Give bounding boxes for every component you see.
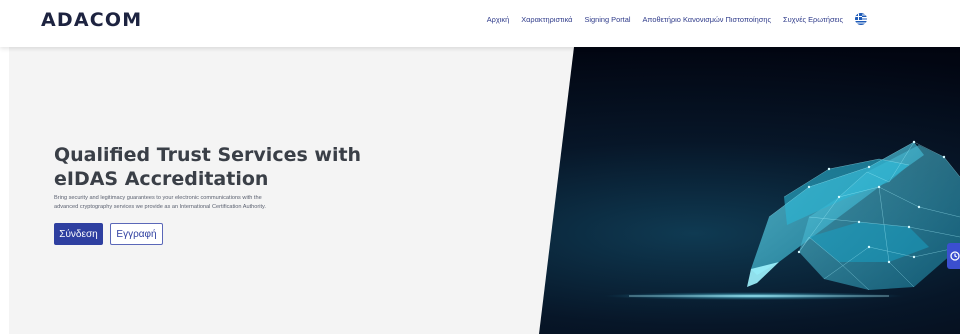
clock-icon <box>950 251 960 261</box>
side-widget[interactable] <box>947 243 960 269</box>
site-header: ADACOM Αρχική Χαρακτηριστικά Signing Por… <box>0 0 960 47</box>
hero-button-row: Σύνδεση Εγγραφή <box>54 223 163 245</box>
hero-subtitle: Bring security and legitimacy guarantees… <box>54 194 324 212</box>
login-button[interactable]: Σύνδεση <box>54 223 103 245</box>
nav-link-features[interactable]: Χαρακτηριστικά <box>521 15 572 24</box>
hero-title-line-2: eIDAS Accreditation <box>54 168 269 190</box>
nav-link-home[interactable]: Αρχική <box>487 15 509 24</box>
hero-section: Qualified Trust Services with eIDAS Accr… <box>9 47 960 334</box>
adacom-logo[interactable]: ADACOM <box>41 9 142 31</box>
nav-link-faq[interactable]: Συχνές Ερωτήσεις <box>783 15 843 24</box>
register-button[interactable]: Εγγραφή <box>110 223 163 245</box>
hero-text-block: Qualified Trust Services with eIDAS Accr… <box>54 143 362 212</box>
nav-link-signing-portal[interactable]: Signing Portal <box>584 15 630 24</box>
hero-subtitle-line-1: Bring security and legitimacy guarantees… <box>54 195 262 201</box>
main-nav: Αρχική Χαρακτηριστικά Signing Portal Απο… <box>487 13 867 25</box>
nav-link-certification-repository[interactable]: Αποθετήριο Κανονισμών Πιστοποίησης <box>642 15 771 24</box>
greek-flag-icon[interactable] <box>855 13 867 25</box>
hero-title: Qualified Trust Services with eIDAS Accr… <box>54 143 362 191</box>
hero-subtitle-line-2: advanced cryptography services we provid… <box>54 204 266 210</box>
hero-title-line-1: Qualified Trust Services with <box>54 144 362 166</box>
